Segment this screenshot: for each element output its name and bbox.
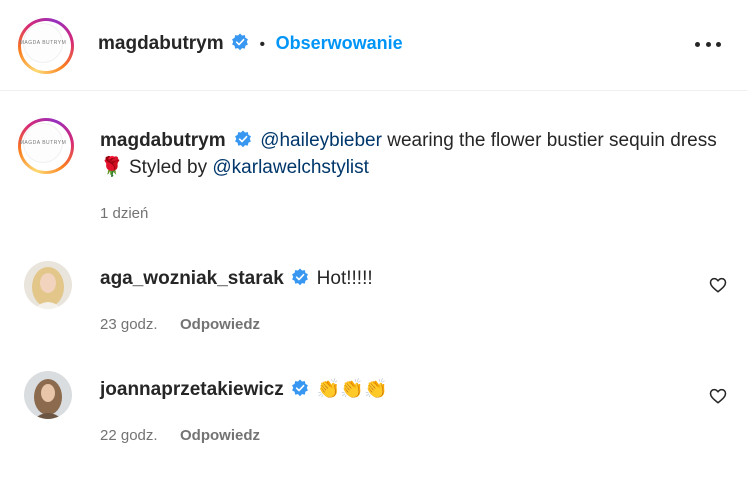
header-avatar[interactable]: MAGDA BUTRYM bbox=[18, 18, 74, 74]
comment-body: joannaprzetakiewicz 👏👏👏 bbox=[100, 376, 388, 403]
more-options-icon[interactable] bbox=[695, 34, 721, 54]
reply-button[interactable]: Odpowiedz bbox=[180, 316, 260, 333]
rose-emoji: 🌹 bbox=[100, 157, 124, 178]
comment-meta: 22 godz. Odpowiedz bbox=[100, 427, 260, 445]
verified-badge-icon bbox=[232, 33, 249, 51]
comment-username[interactable]: aga_wozniak_starak bbox=[100, 268, 284, 289]
caption-text: Styled by bbox=[123, 157, 213, 178]
caption-text: wearing the flower bustier sequin dress bbox=[381, 130, 717, 151]
caption-timestamp[interactable]: 1 dzień bbox=[100, 205, 148, 222]
header-user-row: magdabutrym • Obserwowanie bbox=[98, 33, 403, 55]
comment-username[interactable]: joannaprzetakiewicz bbox=[100, 379, 284, 400]
caption-username[interactable]: magdabutrym bbox=[100, 130, 226, 151]
following-button[interactable]: Obserwowanie bbox=[276, 33, 403, 53]
heart-icon[interactable] bbox=[709, 387, 727, 405]
brand-logo: MAGDA BUTRYM bbox=[20, 123, 66, 163]
comment-avatar[interactable] bbox=[24, 371, 72, 419]
mention-link[interactable]: @karlawelchstylist bbox=[212, 157, 369, 178]
verified-badge-icon bbox=[292, 379, 309, 397]
reply-button[interactable]: Odpowiedz bbox=[180, 427, 260, 444]
comment-timestamp[interactable]: 22 godz. bbox=[100, 427, 158, 444]
header-username[interactable]: magdabutrym bbox=[98, 33, 224, 54]
caption: magdabutrym @haileybieber wearing the fl… bbox=[100, 127, 725, 181]
comment-text: 👏👏👏 bbox=[316, 379, 388, 400]
comment-meta: 23 godz. Odpowiedz bbox=[100, 316, 260, 334]
brand-logo: MAGDA BUTRYM bbox=[20, 23, 66, 63]
verified-badge-icon bbox=[292, 268, 309, 286]
comment-text: Hot!!!!! bbox=[316, 268, 373, 289]
caption-avatar[interactable]: MAGDA BUTRYM bbox=[18, 118, 74, 174]
mention-link[interactable]: @haileybieber bbox=[260, 130, 382, 151]
heart-icon[interactable] bbox=[709, 276, 727, 294]
post-header: MAGDA BUTRYM magdabutrym • Obserwowanie bbox=[0, 0, 747, 91]
comment-body: aga_wozniak_starak Hot!!!!! bbox=[100, 265, 373, 292]
comment-avatar[interactable] bbox=[24, 261, 72, 309]
separator-dot: • bbox=[259, 36, 266, 53]
verified-badge-icon bbox=[235, 130, 251, 148]
comment-timestamp[interactable]: 23 godz. bbox=[100, 316, 158, 333]
